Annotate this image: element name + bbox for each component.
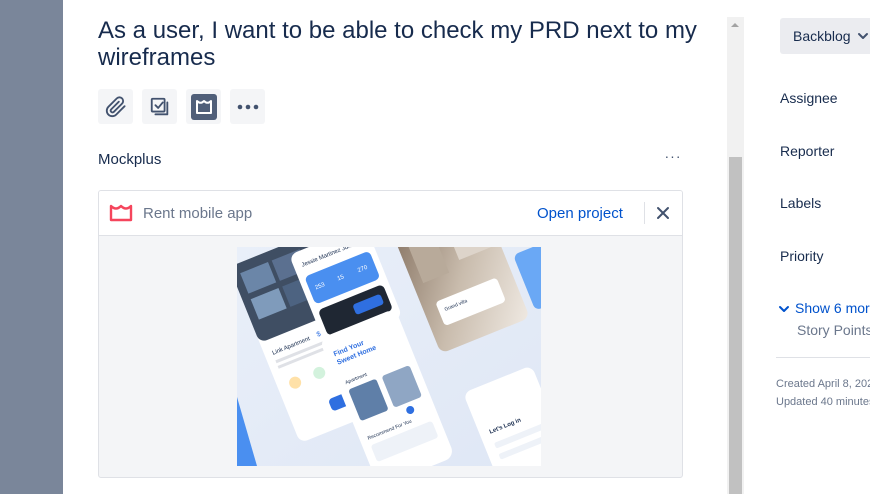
scroll-thumb[interactable]: [729, 157, 742, 494]
mockplus-icon: [190, 93, 217, 120]
main-scrollbar[interactable]: [727, 17, 744, 494]
labels-label: Labels: [780, 195, 822, 211]
mockplus-button[interactable]: [186, 89, 221, 124]
project-name: Rent mobile app: [143, 205, 253, 222]
assignee-label: Assignee: [780, 90, 838, 106]
wireframe-preview-image[interactable]: Link Apartment $2620 Jessie Martinez Jun…: [237, 247, 541, 466]
chevron-down-icon: [779, 306, 789, 312]
more-actions-button[interactable]: [230, 89, 265, 124]
wireframe-preview-art: Link Apartment $2620 Jessie Martinez Jun…: [237, 247, 541, 466]
section-more-button[interactable]: ···: [663, 148, 683, 168]
mockplus-logo-icon: [109, 204, 133, 222]
mockplus-card-header: Rent mobile app Open project: [99, 191, 682, 236]
issue-title[interactable]: As a user, I want to be able to check my…: [98, 17, 698, 71]
mockplus-card: Rent mobile app Open project Link Apartm…: [98, 190, 683, 478]
scroll-up-arrow-icon[interactable]: [727, 17, 744, 34]
issue-sidebar: Backblog Assignee Reporter Labels Priori…: [762, 0, 870, 494]
created-date: Created April 8, 2022: [776, 378, 870, 390]
mockplus-section-title: Mockplus: [98, 151, 162, 168]
close-icon[interactable]: [654, 204, 672, 222]
open-project-link[interactable]: Open project: [537, 205, 623, 222]
status-label: Backblog: [793, 28, 851, 44]
checklist-button[interactable]: [142, 89, 177, 124]
status-dropdown[interactable]: Backblog: [780, 18, 870, 54]
modal-backdrop: [0, 0, 63, 494]
show-more-fields-button[interactable]: Show 6 more: [778, 300, 870, 316]
paperclip-icon: [105, 95, 126, 117]
chevron-down-icon: [857, 33, 868, 39]
updated-date: Updated 40 minutes ago: [776, 396, 870, 408]
issue-main-panel: As a user, I want to be able to check my…: [63, 0, 727, 494]
more-icon: [237, 104, 258, 109]
sidebar-divider: [776, 357, 870, 358]
story-points-label: Story Points: [797, 322, 870, 338]
checklist-icon: [150, 97, 168, 115]
show-more-label: Show 6 more: [795, 300, 870, 316]
reporter-label: Reporter: [780, 143, 835, 159]
attach-button[interactable]: [98, 89, 133, 124]
header-divider: [644, 202, 645, 224]
priority-label: Priority: [780, 248, 824, 264]
